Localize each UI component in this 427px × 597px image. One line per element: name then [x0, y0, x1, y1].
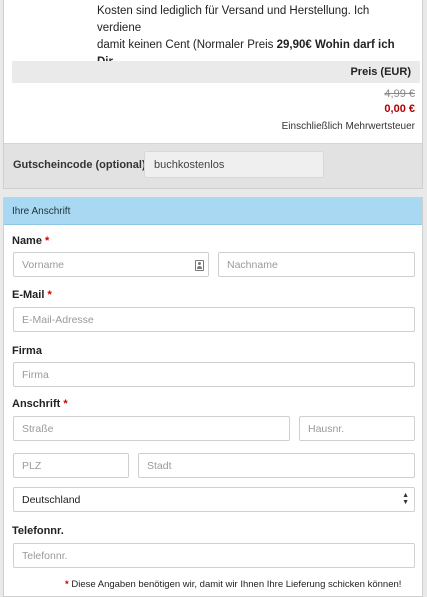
new-price: 0,00 €: [384, 103, 415, 115]
street-field[interactable]: [13, 416, 290, 441]
intro-line-2: damit keinen Cent (Normaler Preis: [97, 39, 277, 51]
house-number-field[interactable]: [299, 416, 415, 441]
first-name-field[interactable]: [13, 252, 209, 277]
section-title: Ihre Anschrift: [4, 198, 422, 225]
normal-price: 29,90€: [276, 39, 312, 51]
address-card: Ihre Anschrift Name * E-Mail * Firma Ans…: [3, 197, 423, 597]
voucher-label: Gutscheincode (optional):: [13, 159, 150, 171]
email-field[interactable]: [13, 307, 415, 332]
required-asterisk: *: [45, 235, 50, 247]
last-name-field[interactable]: [218, 252, 415, 277]
required-note-text: Diese Angaben benötigen wir, damit wir I…: [68, 579, 402, 590]
required-asterisk: *: [47, 289, 52, 301]
required-asterisk: *: [63, 398, 68, 410]
zip-field[interactable]: [13, 453, 129, 478]
company-field[interactable]: [13, 362, 415, 387]
phone-label: Telefonnr.: [12, 525, 64, 537]
address-label: Anschrift *: [12, 398, 68, 410]
required-note: * Diese Angaben benötigen wir, damit wir…: [65, 579, 401, 590]
contact-card-icon[interactable]: [195, 260, 204, 271]
phone-field[interactable]: [13, 543, 415, 568]
email-label: E-Mail *: [12, 289, 52, 301]
voucher-input[interactable]: [144, 151, 324, 178]
price-header: Preis (EUR): [12, 61, 420, 83]
name-label: Name *: [12, 235, 50, 247]
company-label: Firma: [12, 345, 42, 357]
country-select-wrap: Deutschland ▲ ▼: [13, 487, 415, 512]
vat-note: Einschließlich Mehrwertsteuer: [281, 121, 415, 132]
order-summary-card: Kosten sind lediglich für Versand und He…: [3, 0, 423, 189]
intro-line-1: Kosten sind lediglich für Versand und He…: [97, 5, 370, 34]
voucher-row: Gutscheincode (optional):: [4, 143, 422, 188]
old-price: 4,99 €: [384, 88, 415, 100]
country-select[interactable]: Deutschland: [13, 487, 415, 512]
city-field[interactable]: [138, 453, 415, 478]
